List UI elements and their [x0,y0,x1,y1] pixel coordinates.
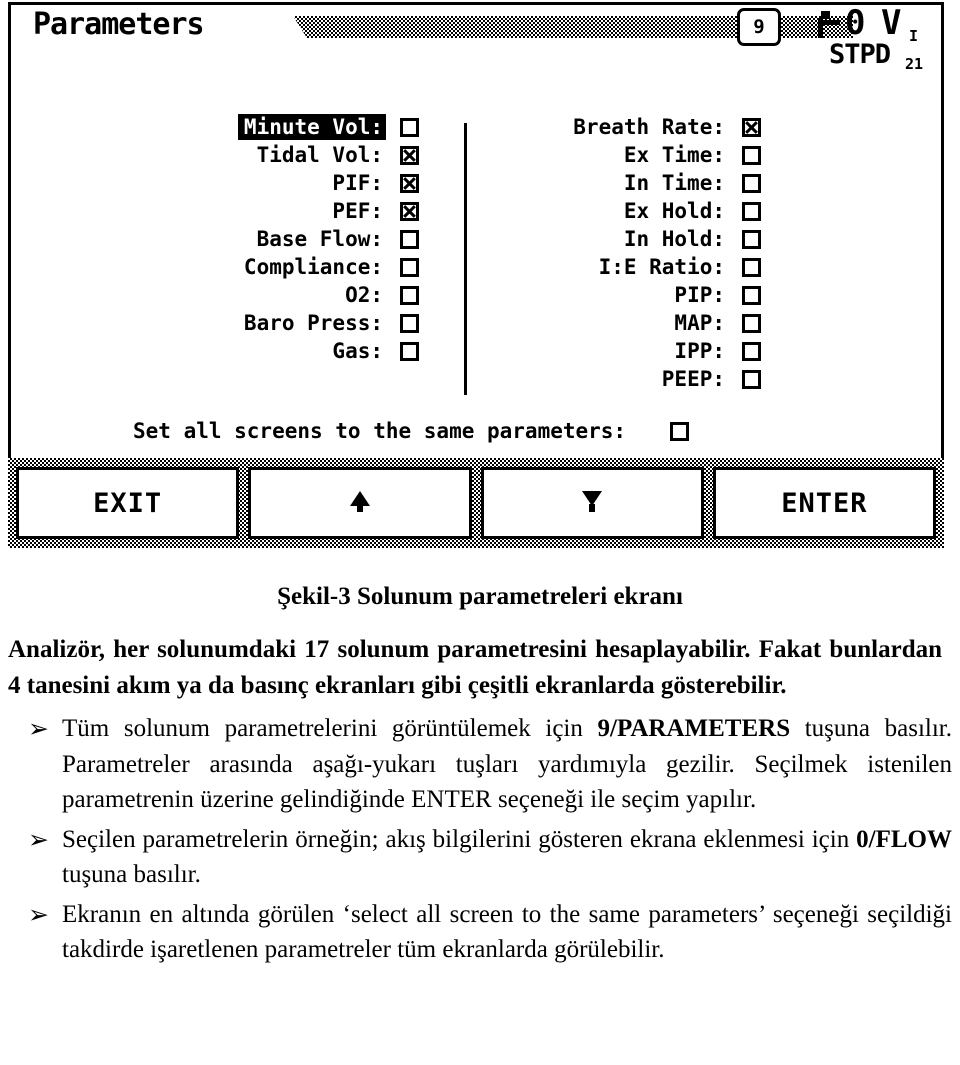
scroll-down-button[interactable] [480,467,704,539]
arrow-up-icon [347,491,373,515]
set-all-screens-label: Set all screens to the same parameters: [133,419,627,443]
parameter-checkbox[interactable] [400,341,419,361]
parameter-row[interactable]: Minute Vol: [119,113,419,141]
parameter-label: Breath Rate: [573,115,725,139]
parameter-row[interactable]: IPP: [491,337,761,365]
parameter-checkbox[interactable] [400,117,419,137]
parameter-label: PEF: [332,199,383,223]
parameter-checkbox[interactable] [400,285,419,305]
lcd-title-bar: Parameters 9 [11,5,941,67]
parameter-row[interactable]: Ex Time: [491,141,761,169]
parameter-row[interactable]: Compliance: [119,253,419,281]
parameter-row[interactable]: PEF: [119,197,419,225]
parameter-checkbox[interactable] [742,145,761,165]
document-text-body: Şekil-3 Solunum parametreleri ekranı Ana… [0,556,960,968]
arrow-down-icon [579,491,605,515]
parameter-label: Ex Hold: [623,199,725,223]
parameter-label: Compliance: [243,255,383,279]
status-zero-value: 0 [845,3,866,43]
bullet-text-cont: tuşuna basılır. [62,861,201,889]
parameter-checkbox[interactable] [742,117,761,137]
bullet-item: ➢ Ekranın en altında görülen ‘select all … [0,897,960,968]
status-volume-subscript: I [909,27,919,45]
parameter-checkbox[interactable] [400,145,419,165]
intro-paragraph: Analizör, her solunumdaki 17 solunum par… [8,636,942,699]
parameter-label: PEEP: [661,367,725,391]
parameter-row[interactable]: Gas: [119,337,419,365]
bullet-item: ➢ Tüm solunum parametrelerini görüntüleme… [0,711,960,818]
parameter-selection-area: Minute Vol: Tidal Vol: PIF: PEF: Base Flow: C… [11,113,941,413]
parameter-label: O2: [345,283,383,307]
parameter-checkbox[interactable] [742,369,761,389]
parameter-row[interactable]: In Time: [491,169,761,197]
parameter-checkbox[interactable] [400,257,419,277]
bullet-arrow-icon: ➢ [28,714,49,744]
parameter-row[interactable]: O2: [119,281,419,309]
parameter-row[interactable]: Tidal Vol: [119,141,419,169]
parameter-checkbox[interactable] [400,313,419,333]
parameter-column-left: Minute Vol: Tidal Vol: PIF: PEF: Base Flow: C… [119,113,419,365]
parameter-label: IPP: [674,339,725,363]
bullet-arrow-icon: ➢ [28,824,49,854]
parameter-label: In Time: [623,171,725,195]
scroll-up-button[interactable] [248,467,472,539]
parameter-checkbox[interactable] [742,285,761,305]
status-indicator-cluster: 0 V I STPD 21 [809,5,935,87]
parameter-label: In Hold: [623,227,725,251]
parameter-row[interactable]: PIF: [119,169,419,197]
parameter-label: MAP: [674,311,725,335]
parameter-label: Tidal Vol: [256,143,383,167]
column-divider [464,123,467,395]
parameter-checkbox[interactable] [742,341,761,361]
set-all-screens-checkbox[interactable] [670,421,690,441]
parameter-checkbox[interactable] [742,229,761,249]
parameter-row[interactable]: Breath Rate: [491,113,761,141]
screen-number-badge: 9 [737,8,781,46]
parameter-checkbox[interactable] [400,201,419,221]
parameter-column-right: Breath Rate: Ex Time: In Time: Ex Hold: In H… [491,113,761,393]
parameter-label: Gas: [332,339,383,363]
exit-button[interactable]: EXIT [16,467,240,539]
parameter-checkbox[interactable] [742,313,761,333]
set-all-screens-row[interactable]: Set all screens to the same parameters: [133,419,690,443]
status-stpd-label: STPD [829,39,891,70]
parameter-checkbox[interactable] [400,173,419,193]
parameter-label: I:E Ratio: [598,255,725,279]
parameter-checkbox[interactable] [742,173,761,193]
lcd-title: Parameters [33,7,205,42]
parameter-label: Minute Vol: [237,114,386,140]
status-stpd-subscript: 21 [905,55,924,73]
parameter-label: Ex Time: [623,143,725,167]
parameter-row[interactable]: I:E Ratio: [491,253,761,281]
bullet-text: Seçilen parametrelerin örneğin; akış bil… [62,825,857,853]
bullet-keyword: 0/FLOW [856,825,952,853]
parameter-label: PIF: [332,171,383,195]
bullet-item: ➢ Seçilen parametrelerin örneğin; akış bi… [0,822,960,893]
status-volume-symbol: V [881,3,902,43]
lcd-button-bar: EXIT ENTER [8,458,944,548]
lcd-screen-device: Parameters 9 0 V I STPD 21 Minute Vol: Ti… [8,2,944,548]
parameter-row[interactable]: Base Flow: [119,225,419,253]
parameter-label: Base Flow: [256,227,383,251]
parameter-row[interactable]: PIP: [491,281,761,309]
parameter-checkbox[interactable] [742,257,761,277]
enter-button[interactable]: ENTER [712,467,936,539]
figure-caption: Şekil-3 Solunum parametreleri ekranı [277,583,683,610]
parameter-row[interactable]: In Hold: [491,225,761,253]
parameter-row[interactable]: Ex Hold: [491,197,761,225]
bullet-text: Ekranın en altında görülen ‘select all s… [62,900,952,964]
parameter-checkbox[interactable] [400,229,419,249]
bullet-list: ➢ Tüm solunum parametrelerini görüntüleme… [0,711,960,968]
parameter-row[interactable]: Baro Press: [119,309,419,337]
bullet-text: Tüm solunum parametrelerini görüntülemek… [62,715,598,743]
parameter-label: Baro Press: [243,311,383,335]
parameter-row[interactable]: PEEP: [491,365,761,393]
parameter-checkbox[interactable] [742,201,761,221]
parameter-row[interactable]: MAP: [491,309,761,337]
bullet-keyword: 9/PARAMETERS [597,715,791,743]
bullet-arrow-icon: ➢ [28,899,49,929]
parameter-label: PIP: [674,283,725,307]
